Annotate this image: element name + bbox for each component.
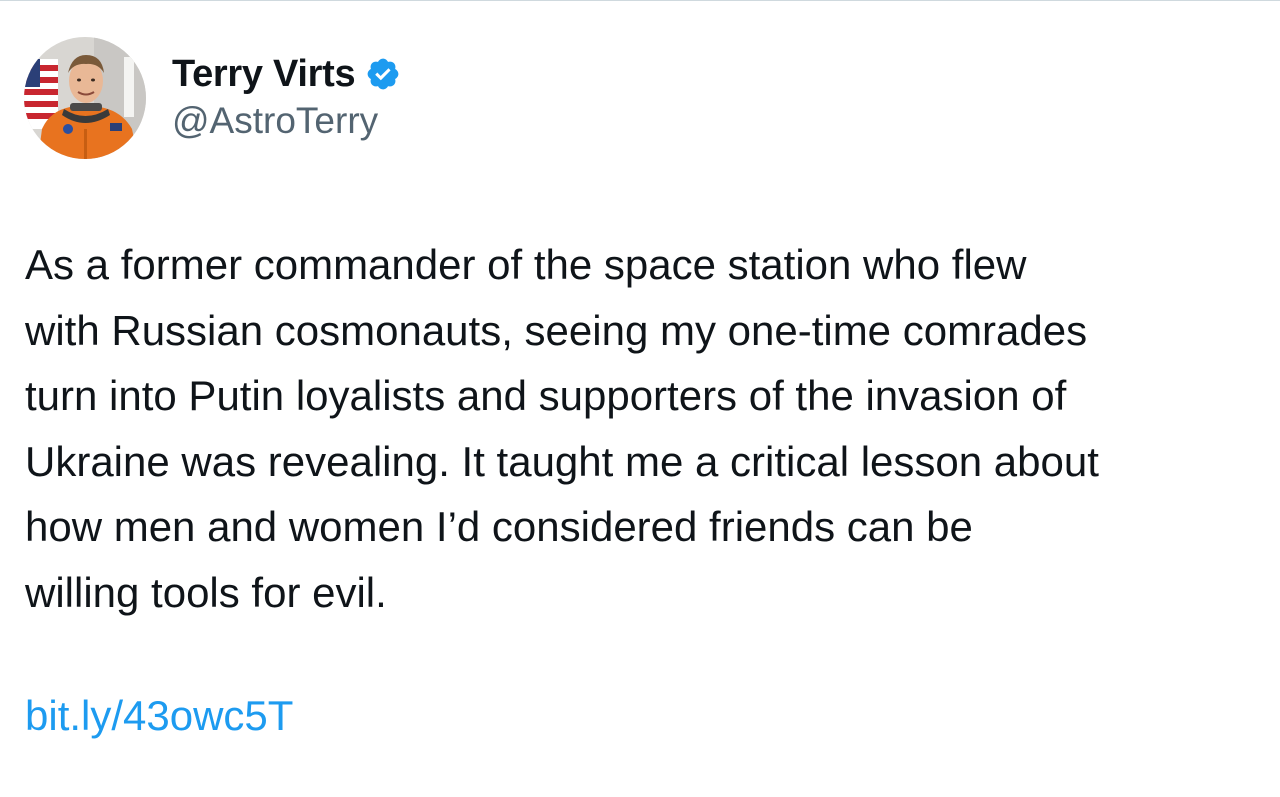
tweet-link[interactable]: bit.ly/43owc5T [25, 692, 293, 740]
name-row: Terry Virts [172, 50, 401, 98]
verified-badge-icon [365, 56, 401, 92]
author-display-name[interactable]: Terry Virts [172, 53, 356, 96]
tweet-text-line: turn into Putin loyalists and supporters… [25, 372, 1067, 419]
tweet-text-line: willing tools for evil. [25, 568, 387, 616]
tweet-text: As a former commander of the space stati… [25, 232, 1265, 625]
tweet-text-line: As a former commander of the space stati… [25, 241, 1027, 288]
tweet-card: Terry Virts @AstroTerry As a former comm… [0, 0, 1280, 797]
astronaut-avatar-image [24, 37, 146, 159]
author-handle[interactable]: @AstroTerry [172, 100, 401, 142]
author-header: Terry Virts @AstroTerry [172, 50, 401, 142]
author-avatar[interactable] [24, 37, 146, 159]
tweet-text-line: with Russian cosmonauts, seeing my one-t… [25, 306, 1088, 354]
tweet-text-line: Ukraine was revealing. It taught me a cr… [25, 437, 1099, 485]
tweet-text-line: how men and women I’d considered friends… [25, 503, 973, 550]
